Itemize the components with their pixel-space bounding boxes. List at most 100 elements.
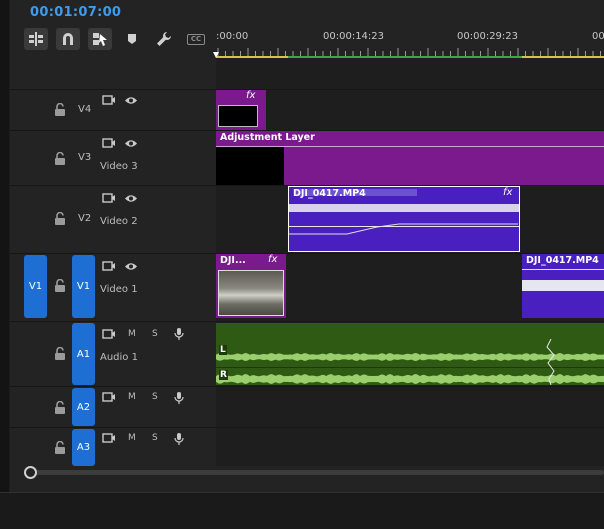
track-lane-a3[interactable] [216, 428, 604, 466]
track-header-v2: V2 Video 2 [10, 186, 215, 253]
left-channel-label: L [219, 345, 227, 355]
eye-icon[interactable] [124, 139, 138, 148]
marker-icon [128, 34, 136, 44]
film-sync-icon[interactable] [102, 95, 116, 106]
lock-open-icon[interactable] [54, 401, 66, 414]
insert-sequence-button[interactable] [24, 28, 48, 50]
empty-track-area [10, 58, 604, 90]
track-lane-a1[interactable]: L R [216, 322, 604, 386]
mute-button[interactable]: M [128, 392, 136, 402]
track-lane-v1[interactable]: DJI... fx DJI_0417.MP4 [216, 254, 604, 321]
zoom-scrollbar[interactable] [24, 466, 604, 479]
clip-thumbnail [218, 270, 284, 316]
track-target-a3[interactable]: A3 [72, 429, 95, 466]
time-ruler[interactable]: :00:00 00:00:14:23 00:00:29:23 00 [216, 0, 604, 62]
left-edge-bar [0, 0, 9, 492]
film-sync-icon[interactable] [102, 433, 116, 444]
film-sync-icon[interactable] [102, 329, 116, 340]
solo-button[interactable]: S [152, 433, 158, 443]
track-header-a3: A3 M S [10, 428, 215, 466]
clip-title: Adjustment Layer [220, 132, 315, 143]
microphone-icon[interactable] [174, 432, 184, 446]
source-patch-v1[interactable]: V1 [24, 255, 47, 318]
track-lane-v2[interactable]: DJI_0417.MP4 fx [216, 186, 604, 253]
snap-button[interactable] [56, 28, 80, 50]
track-lane-v3[interactable]: Adjustment Layer [216, 131, 604, 185]
eye-icon[interactable] [124, 96, 138, 105]
ruler-label: 00:00:29:23 [457, 31, 519, 42]
insert-sequence-icon [29, 32, 43, 46]
keyframe-strip[interactable] [289, 204, 519, 212]
clip-thumbnail [218, 105, 258, 127]
playhead-timecode[interactable]: 00:01:07:00 [30, 5, 121, 20]
a1-audio-clip[interactable]: L R [216, 323, 604, 385]
timeline-settings-button[interactable] [152, 28, 176, 50]
microphone-icon[interactable] [174, 327, 184, 341]
ruler-ticks [217, 48, 601, 56]
clip-title: DJI_0417.MP4 [293, 188, 366, 199]
clip-title: DJI... [220, 255, 246, 266]
keyframe-strip[interactable] [522, 280, 604, 291]
ruler-label: 00:00:14:23 [323, 31, 385, 42]
lock-open-icon[interactable] [54, 212, 66, 225]
add-marker-button[interactable] [120, 28, 144, 50]
track-a1: A1 M S Audio 1 L R [10, 322, 604, 387]
track-target-v1[interactable]: V1 [72, 255, 95, 318]
track-v1: V1 V1 Video 1 DJI... fx DJI_0417.MP4 [10, 254, 604, 322]
fx-badge: fx [503, 187, 513, 198]
track-name: Audio 1 [100, 352, 138, 363]
film-sync-icon[interactable] [102, 392, 116, 403]
snap-magnet-icon [63, 33, 73, 45]
edit-point-marker [546, 339, 555, 385]
v4-clip[interactable]: fx [216, 90, 266, 130]
ruler-label: :00:00 [216, 31, 249, 42]
track-a3: A3 M S [10, 428, 604, 466]
clip-divider [289, 226, 519, 227]
lock-open-icon[interactable] [54, 152, 66, 165]
v1-clip-dji-0417[interactable]: DJI_0417.MP4 [522, 254, 604, 318]
mute-button[interactable]: M [128, 433, 136, 443]
scrollbar-handle[interactable] [24, 466, 37, 479]
track-header-v3: V3 Video 3 [10, 131, 215, 185]
track-label: V3 [78, 152, 92, 163]
fx-badge: fx [268, 254, 278, 265]
track-lane-v4[interactable]: fx [216, 90, 604, 130]
track-header-v1: V1 V1 Video 1 [10, 254, 215, 321]
solo-button[interactable]: S [152, 392, 158, 402]
track-target-a2[interactable]: A2 [72, 388, 95, 426]
linked-selection-button[interactable] [88, 28, 112, 50]
opacity-keyframe-line[interactable] [289, 212, 518, 252]
captions-button[interactable]: CC [184, 28, 208, 50]
lock-open-icon[interactable] [54, 103, 66, 116]
track-lane-a2[interactable] [216, 387, 604, 427]
eye-icon[interactable] [124, 262, 138, 271]
film-sync-icon[interactable] [102, 193, 116, 204]
lock-open-icon[interactable] [54, 441, 66, 454]
lock-open-icon[interactable] [54, 279, 66, 292]
track-header-v4: V4 [10, 90, 215, 130]
linked-selection-icon [93, 33, 107, 46]
timeline-window: 00:01:07:00 CC :00:00 00:00:14:23 00:00:… [0, 0, 604, 529]
track-name: Video 2 [100, 216, 138, 227]
track-target-a1[interactable]: A1 [72, 323, 95, 385]
track-v2: V2 Video 2 DJI_0417.MP4 fx [10, 186, 604, 254]
track-name: Video 1 [100, 284, 138, 295]
fx-badge: fx [246, 90, 256, 101]
wrench-icon [157, 32, 171, 46]
film-sync-icon[interactable] [102, 261, 116, 272]
eye-icon[interactable] [124, 194, 138, 203]
right-channel-label: R [219, 370, 228, 380]
microphone-icon[interactable] [174, 391, 184, 405]
track-v4: V4 fx [10, 90, 604, 131]
adjustment-layer-clip[interactable]: Adjustment Layer [216, 131, 604, 185]
lock-open-icon[interactable] [54, 347, 66, 360]
v1-clip-dji-short[interactable]: DJI... fx [216, 254, 286, 318]
film-sync-icon[interactable] [102, 138, 116, 149]
track-a2: A2 M S [10, 387, 604, 428]
mute-button[interactable]: M [128, 329, 136, 339]
v2-clip-dji-0417[interactable]: DJI_0417.MP4 fx [288, 186, 520, 252]
solo-button[interactable]: S [152, 329, 158, 339]
captions-icon: CC [187, 33, 205, 45]
track-header-a2: A2 M S [10, 387, 215, 427]
scrollbar-track[interactable] [32, 470, 604, 475]
